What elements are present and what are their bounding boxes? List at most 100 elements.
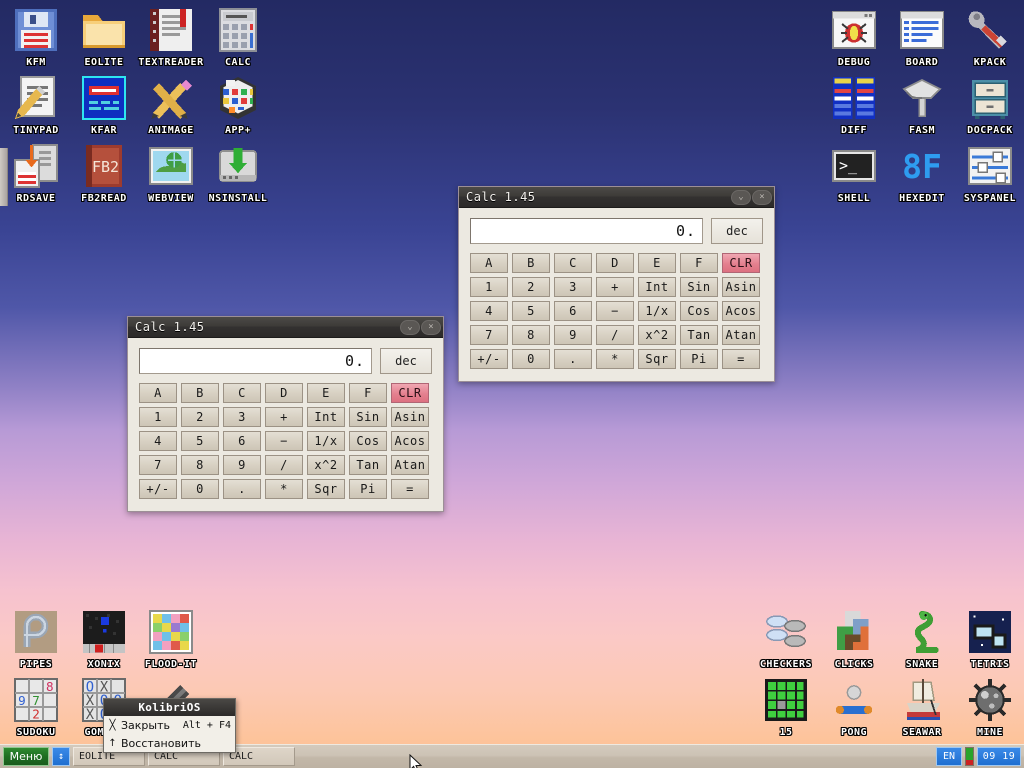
desktop-icon-kfar[interactable]: KFAR xyxy=(70,74,138,136)
calc-key-x-2[interactable]: x^2 xyxy=(307,455,345,475)
calc-key-[interactable]: . xyxy=(223,479,261,499)
calc-key-9[interactable]: 9 xyxy=(554,325,592,345)
close-icon[interactable]: × xyxy=(421,320,441,335)
desktop-icon-fb2read[interactable]: FB2 FB2READ xyxy=(70,142,138,204)
desktop-icon-kpack[interactable]: KPACK xyxy=(956,6,1024,68)
calc-key-1-x[interactable]: 1/x xyxy=(307,431,345,451)
calc-key-6[interactable]: 6 xyxy=(223,431,261,451)
window-titlebar[interactable]: Calc 1.45 ⌄ × xyxy=(459,187,774,208)
desktop-icon-tetris[interactable]: TETRIS xyxy=(956,608,1024,670)
calc-key-sin[interactable]: Sin xyxy=(349,407,387,427)
desktop-icon-tinypad[interactable]: TINYPAD xyxy=(2,74,70,136)
desktop-icon-syspanel[interactable]: SYSPANEL xyxy=(956,142,1024,204)
desktop-icon-xonix[interactable]: XONIX xyxy=(70,608,138,670)
desktop-icon-board[interactable]: BOARD xyxy=(888,6,956,68)
calc-key-9[interactable]: 9 xyxy=(223,455,261,475)
desktop-icon-textreader[interactable]: TEXTREADER xyxy=(137,6,205,68)
desktop-icon-appplus[interactable]: APP+ xyxy=(204,74,272,136)
language-indicator[interactable]: EN xyxy=(936,747,962,766)
calc-key-clr[interactable]: CLR xyxy=(722,253,760,273)
calc-key-7[interactable]: 7 xyxy=(139,455,177,475)
calc-key-b[interactable]: B xyxy=(512,253,550,273)
calc-key-[interactable]: / xyxy=(596,325,634,345)
calc-key-[interactable]: + xyxy=(596,277,634,297)
calc-key-[interactable]: = xyxy=(391,479,429,499)
calc-key-[interactable]: − xyxy=(265,431,303,451)
desktop-icon-floodit[interactable]: FLOOD-IT xyxy=(137,608,205,670)
calc-display[interactable]: 0. xyxy=(139,348,372,374)
calc-key-8[interactable]: 8 xyxy=(181,455,219,475)
window-switcher-button[interactable]: ↕ xyxy=(52,747,70,766)
desktop-icon-rdsave[interactable]: RDSAVE xyxy=(2,142,70,204)
calc-key-atan[interactable]: Atan xyxy=(722,325,760,345)
desktop-icon-debug[interactable]: DEBUG xyxy=(820,6,888,68)
calc-key-pi[interactable]: Pi xyxy=(349,479,387,499)
desktop-icon-hexedit[interactable]: 8F HEXEDIT xyxy=(888,142,956,204)
calc-key-7[interactable]: 7 xyxy=(470,325,508,345)
calc-key-f[interactable]: F xyxy=(349,383,387,403)
calc-key-cos[interactable]: Cos xyxy=(349,431,387,451)
calc-key-asin[interactable]: Asin xyxy=(391,407,429,427)
calc-key-[interactable]: +/- xyxy=(470,349,508,369)
context-menu-item-restore[interactable]: ↑ Восстановить xyxy=(104,734,235,752)
calc-key-int[interactable]: Int xyxy=(638,277,676,297)
calc-key-sqr[interactable]: Sqr xyxy=(638,349,676,369)
calc-key-a[interactable]: A xyxy=(470,253,508,273)
calc-key-0[interactable]: 0 xyxy=(181,479,219,499)
desktop-icon-animage[interactable]: ANIMAGE xyxy=(137,74,205,136)
calc-key-[interactable]: / xyxy=(265,455,303,475)
minimize-icon[interactable]: ⌄ xyxy=(731,190,751,205)
calc-key-[interactable]: + xyxy=(265,407,303,427)
desktop-icon-fasm[interactable]: FASM xyxy=(888,74,956,136)
desktop-icon-snake[interactable]: SNAKE xyxy=(888,608,956,670)
calc-key-[interactable]: − xyxy=(596,301,634,321)
calc-key-c[interactable]: C xyxy=(223,383,261,403)
calc-key-d[interactable]: D xyxy=(596,253,634,273)
calc-key-tan[interactable]: Tan xyxy=(349,455,387,475)
calc-key-tan[interactable]: Tan xyxy=(680,325,718,345)
calc-key-sqr[interactable]: Sqr xyxy=(307,479,345,499)
desktop-icon-clicks[interactable]: CLICKS xyxy=(820,608,888,670)
calc-key-6[interactable]: 6 xyxy=(554,301,592,321)
calc-key-pi[interactable]: Pi xyxy=(680,349,718,369)
calc-base-button[interactable]: dec xyxy=(711,218,763,244)
calc-key-5[interactable]: 5 xyxy=(181,431,219,451)
desktop-icon-pipes[interactable]: PIPES xyxy=(2,608,70,670)
clock[interactable]: 09 19 xyxy=(977,747,1021,766)
calc-key-1-x[interactable]: 1/x xyxy=(638,301,676,321)
calc-key-3[interactable]: 3 xyxy=(554,277,592,297)
desktop-icon-eolite[interactable]: EOLITE xyxy=(70,6,138,68)
calc-key-e[interactable]: E xyxy=(638,253,676,273)
desktop-icon-shell[interactable]: >_ SHELL xyxy=(820,142,888,204)
calc-key-1[interactable]: 1 xyxy=(470,277,508,297)
close-icon[interactable]: × xyxy=(752,190,772,205)
calc-key-2[interactable]: 2 xyxy=(512,277,550,297)
calc-key-c[interactable]: C xyxy=(554,253,592,273)
calc-display[interactable]: 0. xyxy=(470,218,703,244)
calc-key-b[interactable]: B xyxy=(181,383,219,403)
calc-key-asin[interactable]: Asin xyxy=(722,277,760,297)
window-context-menu[interactable]: KolibriOS ╳ Закрыть Alt + F4 ↑ Восстанов… xyxy=(103,698,236,753)
calc-window-2[interactable]: Calc 1.45 ⌄ × 0. dec ABCDEFCLR123+IntSin… xyxy=(458,186,775,382)
calc-key-x-2[interactable]: x^2 xyxy=(638,325,676,345)
calc-key-8[interactable]: 8 xyxy=(512,325,550,345)
calc-key-sin[interactable]: Sin xyxy=(680,277,718,297)
calc-key-0[interactable]: 0 xyxy=(512,349,550,369)
desktop-icon-docpack[interactable]: DOCPACK xyxy=(956,74,1024,136)
calc-key-1[interactable]: 1 xyxy=(139,407,177,427)
start-menu-button[interactable]: Меню xyxy=(3,747,49,766)
calc-key-2[interactable]: 2 xyxy=(181,407,219,427)
calc-key-d[interactable]: D xyxy=(265,383,303,403)
calc-key-[interactable]: = xyxy=(722,349,760,369)
calc-key-cos[interactable]: Cos xyxy=(680,301,718,321)
desktop-icon-mine[interactable]: MINE xyxy=(956,676,1024,738)
calc-key-int[interactable]: Int xyxy=(307,407,345,427)
desktop-icon-checkers[interactable]: CHECKERS xyxy=(752,608,820,670)
calc-key-clr[interactable]: CLR xyxy=(391,383,429,403)
calc-key-a[interactable]: A xyxy=(139,383,177,403)
desktop[interactable]: KFM EOLITE TEXTREADER xyxy=(0,0,1024,768)
desktop-icon-seawar[interactable]: SEAWAR xyxy=(888,676,956,738)
context-menu-item-close[interactable]: ╳ Закрыть Alt + F4 xyxy=(104,716,235,734)
calc-key-e[interactable]: E xyxy=(307,383,345,403)
desktop-icon-fifteen[interactable]: 15 xyxy=(752,676,820,738)
